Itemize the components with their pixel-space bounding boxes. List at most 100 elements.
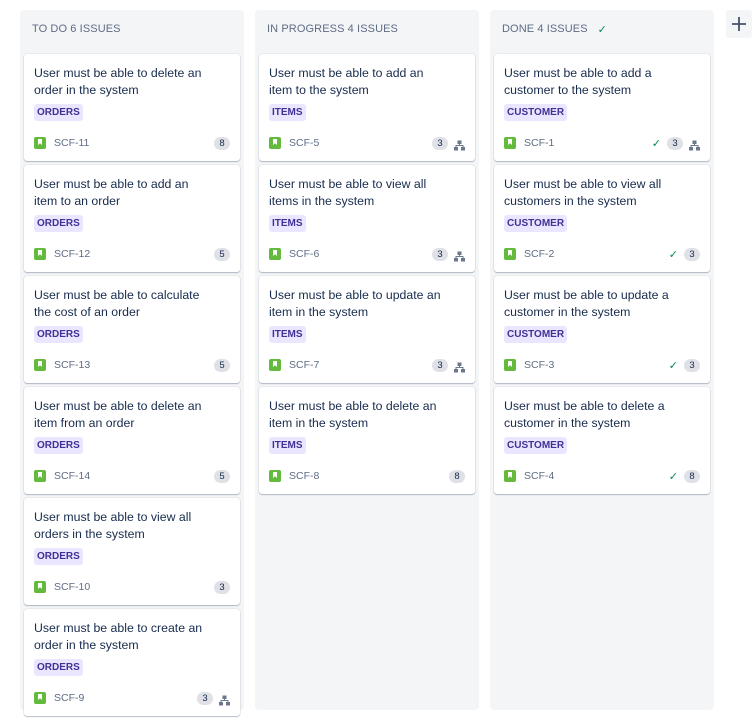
column-title: TO DO 6 ISSUES — [32, 23, 121, 35]
story-points-badge: 3 — [684, 358, 700, 372]
story-icon — [34, 137, 46, 149]
issue-key[interactable]: SCF-4 — [524, 470, 669, 482]
issue-card[interactable]: User must be able to delete an order in … — [24, 54, 240, 161]
issue-key[interactable]: SCF-10 — [54, 581, 214, 593]
column-title: IN PROGRESS 4 ISSUES — [267, 23, 398, 35]
issue-key[interactable]: SCF-9 — [54, 692, 197, 704]
issue-summary: User must be able to add a customer to t… — [504, 66, 652, 97]
issue-key[interactable]: SCF-7 — [289, 359, 432, 371]
subtasks-icon — [454, 138, 465, 150]
card-footer: SCF-11 8 — [34, 135, 230, 151]
card-footer: SCF-14 5 — [34, 468, 230, 484]
issue-summary: User must be able to view all items in t… — [269, 177, 427, 208]
story-points-badge: 3 — [432, 358, 448, 372]
epic-label: ORDERS — [34, 548, 83, 565]
epic-label: ITEMS — [269, 326, 306, 343]
issue-card[interactable]: User must be able to view all orders in … — [24, 498, 240, 605]
issue-card[interactable]: User must be able to add a customer to t… — [494, 54, 710, 161]
issue-card[interactable]: User must be able to delete a customer i… — [494, 387, 710, 494]
issue-card[interactable]: User must be able to update a customer i… — [494, 276, 710, 383]
issue-key[interactable]: SCF-11 — [54, 137, 214, 149]
issue-card[interactable]: User must be able to delete an item in t… — [259, 387, 475, 494]
issue-card[interactable]: User must be able to add an item to the … — [259, 54, 475, 161]
card-footer: SCF-5 3 — [269, 135, 465, 151]
column-header: IN PROGRESS 4 ISSUES — [255, 10, 479, 48]
subtasks-icon — [454, 360, 465, 372]
card-footer: SCF-13 5 — [34, 357, 230, 373]
story-icon — [34, 359, 46, 371]
card-footer: SCF-9 3 — [34, 690, 230, 706]
card-list: User must be able to add an item to the … — [259, 54, 475, 498]
issue-key[interactable]: SCF-5 — [289, 137, 432, 149]
epic-label: ORDERS — [34, 104, 83, 121]
card-footer: SCF-12 5 — [34, 246, 230, 262]
issue-card[interactable]: User must be able to view all customers … — [494, 165, 710, 272]
story-icon — [269, 359, 281, 371]
story-icon — [269, 137, 281, 149]
issue-key[interactable]: SCF-3 — [524, 359, 669, 371]
column-done: DONE 4 ISSUES ✓ User must be able to add a… — [490, 10, 714, 710]
card-footer: SCF-4 ✓ 8 — [504, 468, 700, 484]
issue-summary: User must be able to calculate the cost … — [34, 288, 200, 319]
card-list: User must be able to add a customer to t… — [494, 54, 710, 498]
story-icon — [504, 248, 516, 260]
story-points-badge: 3 — [214, 580, 230, 594]
issue-key[interactable]: SCF-2 — [524, 248, 669, 260]
card-footer: SCF-6 3 — [269, 246, 465, 262]
issue-summary: User must be able to add an item to the … — [269, 66, 424, 97]
epic-label: ORDERS — [34, 659, 83, 676]
column-header: TO DO 6 ISSUES — [20, 10, 244, 48]
issue-summary: User must be able to delete an item from… — [34, 399, 202, 430]
issue-card[interactable]: User must be able to add an item to an o… — [24, 165, 240, 272]
issue-card[interactable]: User must be able to calculate the cost … — [24, 276, 240, 383]
epic-label: CUSTOMER — [504, 104, 568, 121]
issue-card[interactable]: User must be able to delete an item from… — [24, 387, 240, 494]
issue-summary: User must be able to view all orders in … — [34, 510, 192, 541]
check-icon: ✓ — [651, 137, 661, 150]
issue-card[interactable]: User must be able to create an order in … — [24, 609, 240, 716]
card-list: User must be able to delete an order in … — [24, 54, 240, 720]
story-icon — [269, 470, 281, 482]
issue-summary: User must be able to create an order in … — [34, 621, 203, 652]
subtasks-icon — [689, 138, 700, 150]
story-icon — [504, 470, 516, 482]
issue-summary: User must be able to view all customers … — [504, 177, 662, 208]
subtasks-icon — [454, 249, 465, 261]
story-points-badge: 5 — [214, 358, 230, 372]
issue-summary: User must be able to add an item to an o… — [34, 177, 189, 208]
epic-label: CUSTOMER — [504, 437, 568, 454]
story-icon — [504, 359, 516, 371]
issue-key[interactable]: SCF-12 — [54, 248, 214, 260]
column-header: DONE 4 ISSUES ✓ — [490, 10, 714, 48]
epic-label: ITEMS — [269, 104, 306, 121]
card-footer: SCF-3 ✓ 3 — [504, 357, 700, 373]
issue-summary: User must be able to delete an item in t… — [269, 399, 437, 430]
check-icon: ✓ — [668, 248, 678, 261]
issue-key[interactable]: SCF-1 — [524, 137, 652, 149]
story-points-badge: 3 — [432, 136, 448, 150]
story-icon — [34, 470, 46, 482]
card-footer: SCF-8 8 — [269, 468, 465, 484]
issue-key[interactable]: SCF-13 — [54, 359, 214, 371]
card-footer: SCF-7 3 — [269, 357, 465, 373]
story-icon — [34, 692, 46, 704]
check-icon: ✓ — [668, 359, 678, 372]
issue-card[interactable]: User must be able to view all items in t… — [259, 165, 475, 272]
epic-label: ITEMS — [269, 215, 306, 232]
story-points-badge: 5 — [214, 247, 230, 261]
issue-card[interactable]: User must be able to update an item in t… — [259, 276, 475, 383]
epic-label: ORDERS — [34, 326, 83, 343]
issue-key[interactable]: SCF-14 — [54, 470, 214, 482]
epic-label: CUSTOMER — [504, 326, 568, 343]
story-icon — [269, 248, 281, 260]
check-icon: ✓ — [597, 23, 607, 36]
issue-key[interactable]: SCF-6 — [289, 248, 432, 260]
story-points-badge: 3 — [667, 136, 683, 150]
add-column-button[interactable] — [726, 10, 752, 38]
plus-icon — [732, 17, 746, 31]
issue-summary: User must be able to update a customer i… — [504, 288, 669, 319]
issue-summary: User must be able to delete an order in … — [34, 66, 202, 97]
card-footer: SCF-1 ✓ 3 — [504, 135, 700, 151]
story-points-badge: 3 — [432, 247, 448, 261]
issue-key[interactable]: SCF-8 — [289, 470, 449, 482]
